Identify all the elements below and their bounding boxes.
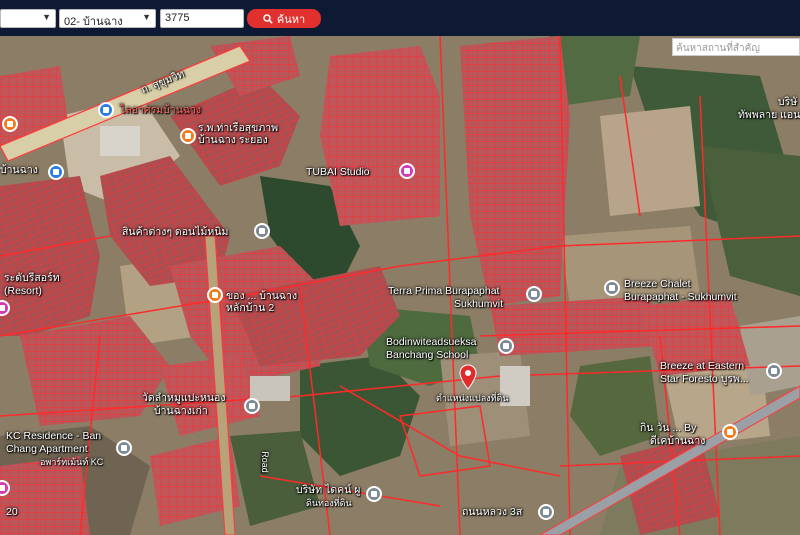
place-label: ทัพพลาย แอนด [738,109,800,121]
place-label: Breeze Chalet [624,278,691,290]
place-search-input[interactable]: ค้นหาสถานที่สำคัญ [672,38,800,56]
place-label: ดินทองที่ดิน [306,498,352,508]
place-label: 20 [6,506,18,518]
road-label: Road [259,451,270,473]
place-label: (Resort) [4,285,42,297]
place-label: Terra Prima Burapaphat [388,285,500,297]
poi-icon[interactable] [48,164,64,180]
district-select[interactable]: 02- บ้านฉาง ▼ [59,9,156,28]
place-label: บริษั [778,96,798,108]
poi-icon[interactable] [766,363,782,379]
district-select-value: 02- บ้านฉาง [64,16,123,28]
parcel-number-input[interactable]: 3775 [160,9,244,28]
place-label: ดีเคบ้านฉาง [650,435,706,447]
place-label: Chang Apartment [6,443,88,455]
place-label: KC Residence - Ban [6,430,102,442]
place-label: ไลอาศรมบ้านฉาง [120,104,202,116]
poi-icon[interactable] [498,338,514,354]
poi-icon[interactable] [399,163,415,179]
place-label: วัดลำหมูแปะหนอง [142,392,226,404]
place-label: บ้านฉาง [0,164,38,176]
place-label: สินค้าต่างๆ ดอนไม้หนิม [122,226,229,238]
place-label: Sukhumvit [454,298,504,310]
poi-icon[interactable] [526,286,542,302]
poi-icon[interactable] [254,223,270,239]
parcel-number-value: 3775 [165,12,190,24]
province-select[interactable]: ▼ [0,9,56,28]
toolbar: ▼ 02- บ้านฉาง ▼ 3775 ค้นหา [0,0,800,36]
place-label: Star Foresto บูรพ... [660,373,749,385]
place-label: TUBAI Studio [306,166,370,178]
chevron-down-icon: ▼ [42,12,51,22]
pin-label: ตำแหน่งแปลงที่ดิน [436,393,509,403]
poi-icon[interactable] [244,398,260,414]
map-view[interactable]: ถ. สุขุมวิท ไลอาศรมบ้านฉาง ร.พ.ท่าเรือสุ… [0,36,800,535]
poi-icon[interactable] [366,486,382,502]
place-label: ของ ... บ้านฉาง หลักบ้าน 2 [226,290,298,314]
place-label: ระดับรีสอร์ท [4,272,60,284]
poi-icon[interactable] [180,128,196,144]
place-search-placeholder: ค้นหาสถานที่สำคัญ [676,43,760,54]
place-label: Banchang School [386,349,469,361]
map-pin-icon[interactable] [459,364,477,390]
search-icon [263,13,273,24]
place-label: กิน วัน ... By [640,422,697,434]
poi-icon[interactable] [207,287,223,303]
search-button[interactable]: ค้นหา [247,9,321,28]
place-label: Breeze at Eastern [660,360,745,372]
poi-icon[interactable] [722,424,738,440]
search-button-label: ค้นหา [276,13,306,26]
poi-icon[interactable] [2,116,18,132]
place-label: Bodinwiteadsueksa [386,336,477,348]
place-label: Burapaphat - Sukhumvit [624,291,737,303]
place-label: อพาร์ทเม้นท์ KC [40,457,104,467]
road-label: ถนนหลวง 3ส [462,506,523,518]
place-label: บ้านฉางเก่า [154,405,208,417]
poi-icon[interactable] [604,280,620,296]
poi-icon[interactable] [538,504,554,520]
place-label: บริษัท ไดคน์ ผู [296,484,361,496]
place-label: ร.พ.ท่าเรือสุขภาพ บ้านฉาง ระยอง [198,122,279,146]
poi-icon[interactable] [98,102,114,118]
chevron-down-icon: ▼ [142,12,151,22]
poi-icon[interactable] [116,440,132,456]
